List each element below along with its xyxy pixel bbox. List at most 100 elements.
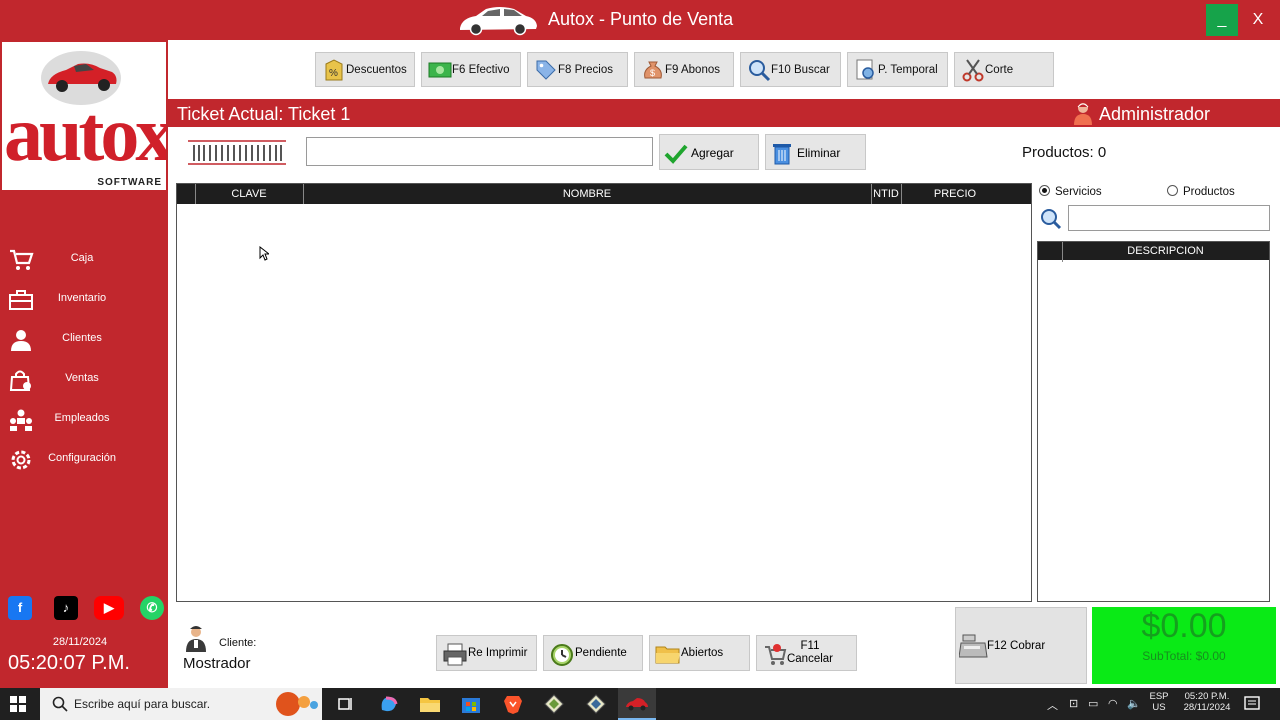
- task-view-icon[interactable]: [334, 692, 358, 716]
- service-search-input[interactable]: [1068, 205, 1270, 231]
- show-hidden-icons-icon[interactable]: ︿: [1047, 697, 1058, 713]
- copilot-icon[interactable]: [377, 692, 401, 716]
- radio-productos-label: Productos: [1183, 186, 1235, 198]
- search-icon: [52, 696, 68, 712]
- sidebar-item-label: Ventas: [65, 372, 99, 384]
- checkmark-icon: [664, 144, 688, 164]
- total-display: $0.00 SubTotal: $0.00: [1092, 607, 1276, 684]
- ticket-bar: Ticket Actual: Ticket 1 Administrador: [168, 99, 1280, 127]
- autox-logo: autox SOFTWARE: [2, 42, 166, 190]
- cliente-label: Cliente:: [219, 637, 257, 649]
- sidebar-item-label: Clientes: [62, 332, 102, 344]
- client-avatar-icon: [186, 626, 206, 652]
- sidebar-item-caja[interactable]: Caja: [0, 242, 168, 278]
- mouse-cursor-icon: [259, 246, 269, 261]
- reimprimir-button[interactable]: Re Imprimir: [436, 635, 537, 671]
- facebook-icon[interactable]: f: [8, 596, 32, 620]
- reimprimir-label: Re Imprimir: [468, 647, 528, 659]
- scissors-icon: [962, 59, 984, 82]
- barcode-icon: [186, 137, 288, 167]
- column-header-precio[interactable]: PRECIO: [901, 188, 1009, 200]
- column-header-cantidad[interactable]: NTID: [871, 188, 901, 200]
- f6-efectivo-button[interactable]: F6 Efectivo: [421, 52, 521, 87]
- app-icon[interactable]: [542, 692, 566, 716]
- sidebar-item-empleados[interactable]: Empleados: [0, 402, 168, 438]
- abiertos-button[interactable]: Abiertos: [649, 635, 750, 671]
- descuentos-button[interactable]: % Descuentos: [315, 52, 415, 87]
- eliminar-button[interactable]: Eliminar: [765, 134, 866, 170]
- people-icon: [10, 409, 32, 431]
- column-header-descripcion[interactable]: DESCRIPCION: [1062, 245, 1269, 257]
- sidebar-item-ventas[interactable]: Ventas: [0, 362, 168, 398]
- sidebar: autox SOFTWARE Caja Inventario Clientes …: [0, 40, 168, 688]
- windows-taskbar: Escribe aquí para buscar. ︿ ⊡ ▭ ◠ 🔈 ESP …: [0, 688, 1280, 720]
- corte-label: Corte: [985, 64, 1014, 76]
- products-count: Productos: 0: [1022, 144, 1107, 161]
- file-explorer-icon[interactable]: [418, 692, 442, 716]
- agregar-button[interactable]: Agregar: [659, 134, 759, 170]
- tray-app-icon[interactable]: ⊡: [1069, 697, 1078, 710]
- services-table[interactable]: DESCRIPCION: [1037, 241, 1270, 602]
- abonos-label: F9 Abonos: [665, 64, 720, 76]
- ticket-items-table[interactable]: CLAVE NOMBRE NTID PRECIO: [176, 183, 1032, 602]
- close-button[interactable]: X: [1242, 4, 1274, 36]
- column-header-clave[interactable]: CLAVE: [195, 188, 303, 200]
- search-highlight-icon: [276, 692, 318, 716]
- cancelar-label: F11 Cancelar: [785, 640, 835, 666]
- app-icon-2[interactable]: [584, 692, 608, 716]
- sidebar-item-inventario[interactable]: Inventario: [0, 282, 168, 318]
- product-code-input[interactable]: [306, 137, 653, 166]
- bag-icon: [9, 370, 31, 391]
- p-temporal-button[interactable]: P. Temporal: [847, 52, 948, 87]
- logo-subtitle: SOFTWARE: [97, 177, 162, 188]
- money-bag-icon: $: [644, 61, 662, 79]
- column-header-nombre[interactable]: NOMBRE: [303, 188, 871, 200]
- taskbar-autox-active[interactable]: [618, 688, 656, 720]
- f12-cobrar-button[interactable]: F12 Cobrar: [955, 607, 1087, 684]
- cancelar-label-line1: F11: [800, 640, 820, 652]
- temporal-label: P. Temporal: [878, 64, 938, 76]
- title-bar: Autox - Punto de Venta _ X: [0, 0, 1280, 40]
- f9-abonos-button[interactable]: $ F9 Abonos: [634, 52, 734, 87]
- taskbar-time: 05:20 P.M.: [1184, 691, 1230, 702]
- sidebar-item-clientes[interactable]: Clientes: [0, 322, 168, 358]
- user-icon: [1074, 103, 1092, 125]
- app-title: Autox - Punto de Venta: [548, 9, 734, 29]
- taskbar-search[interactable]: Escribe aquí para buscar.: [40, 688, 322, 720]
- sidebar-item-configuracion[interactable]: Configuración: [0, 442, 168, 478]
- ticket-title: Ticket Actual: Ticket 1: [177, 104, 351, 124]
- price-tag-icon: [536, 60, 556, 80]
- radio-servicios-label: Servicios: [1055, 186, 1102, 198]
- battery-icon[interactable]: ▭: [1088, 697, 1098, 710]
- wifi-icon[interactable]: ◠: [1108, 697, 1118, 710]
- agregar-label: Agregar: [691, 146, 734, 160]
- search-icon[interactable]: [1040, 208, 1062, 230]
- tiktok-icon[interactable]: ♪: [54, 596, 78, 620]
- whatsapp-icon[interactable]: ✆: [140, 596, 164, 620]
- microsoft-store-icon[interactable]: [459, 692, 483, 716]
- f11-cancelar-button[interactable]: F11 Cancelar: [756, 635, 857, 671]
- cash-icon: [428, 62, 452, 78]
- discount-tag-icon: %: [325, 59, 343, 81]
- cobrar-label: F12 Cobrar: [987, 640, 1046, 652]
- youtube-icon[interactable]: ▶: [94, 596, 124, 620]
- person-icon: [11, 330, 31, 351]
- svg-text:$: $: [650, 68, 655, 78]
- taskbar-clock[interactable]: 05:20 P.M. 28/11/2024: [1176, 691, 1238, 713]
- volume-icon[interactable]: 🔈: [1127, 697, 1141, 710]
- notifications-icon[interactable]: [1242, 694, 1262, 714]
- language-indicator[interactable]: ESP US: [1146, 691, 1172, 713]
- red-car-icon: [626, 698, 648, 711]
- f8-precios-button[interactable]: F8 Precios: [527, 52, 628, 87]
- radio-unselected-dot: [1167, 185, 1178, 196]
- radio-productos[interactable]: Productos: [1167, 185, 1235, 198]
- sidebar-item-label: Configuración: [48, 452, 116, 464]
- brave-browser-icon[interactable]: [501, 692, 525, 716]
- corte-button[interactable]: Corte: [954, 52, 1054, 87]
- pendiente-button[interactable]: Pendiente: [543, 635, 643, 671]
- cliente-value[interactable]: Mostrador: [183, 655, 251, 672]
- windows-start-icon[interactable]: [10, 696, 26, 712]
- radio-servicios[interactable]: Servicios: [1039, 185, 1102, 198]
- minimize-button[interactable]: _: [1206, 4, 1238, 36]
- f10-buscar-button[interactable]: F10 Buscar: [740, 52, 841, 87]
